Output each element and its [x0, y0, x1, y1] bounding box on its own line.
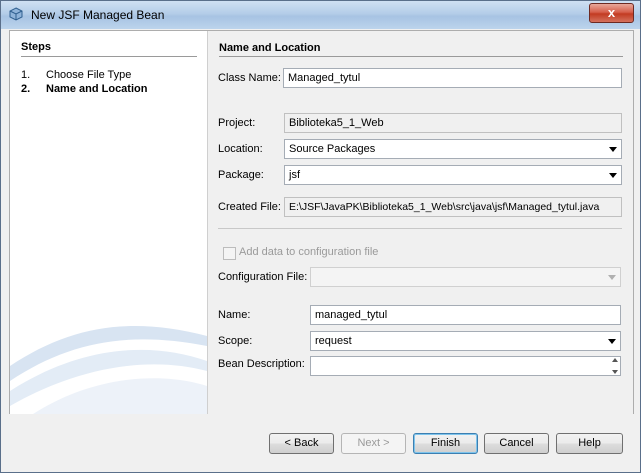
- close-button[interactable]: x: [589, 3, 634, 23]
- class-name-label: Class Name:: [218, 72, 281, 84]
- chevron-down-icon: [608, 275, 616, 280]
- location-select[interactable]: Source Packages: [284, 139, 622, 159]
- config-file-select[interactable]: [310, 267, 621, 287]
- step-number: 2.: [21, 83, 31, 95]
- netbeans-cube-icon: [9, 7, 23, 21]
- scroll-down-icon[interactable]: [612, 370, 618, 374]
- panel-divider: [219, 56, 623, 57]
- close-icon: x: [607, 5, 616, 20]
- step-label: Name and Location: [46, 83, 148, 95]
- project-label: Project:: [218, 117, 256, 129]
- scroll-up-icon[interactable]: [612, 358, 618, 362]
- chevron-down-icon: [609, 147, 617, 152]
- steps-pane: Steps 1. Choose File Type 2. Name and Loca…: [10, 31, 208, 414]
- created-file-field: E:\JSF\JavaPK\Biblioteka5_1_Web\src\java…: [284, 197, 622, 217]
- button-bar: < Back Next > Finish Cancel Help: [1, 414, 640, 472]
- finish-button[interactable]: Finish: [413, 433, 478, 454]
- scope-select[interactable]: request: [310, 331, 621, 351]
- help-button[interactable]: Help: [556, 433, 623, 454]
- panel-heading: Name and Location: [219, 42, 321, 54]
- chevron-down-icon: [608, 339, 616, 344]
- bean-description-label: Bean Description:: [218, 358, 305, 370]
- steps-divider: [21, 56, 197, 57]
- window-title: New JSF Managed Bean: [31, 8, 165, 22]
- add-config-checkbox[interactable]: [223, 247, 236, 260]
- steps-heading: Steps: [21, 41, 51, 53]
- scope-value: request: [315, 335, 352, 347]
- name-label: Name:: [218, 309, 251, 321]
- step-name-and-location: 2. Name and Location: [21, 83, 147, 95]
- decorative-swoosh: [10, 326, 207, 414]
- bean-description-textarea[interactable]: [310, 356, 621, 376]
- next-button[interactable]: Next >: [341, 433, 406, 454]
- package-value: jsf: [289, 169, 300, 181]
- step-number: 1.: [21, 69, 31, 81]
- name-location-panel: Name and Location Class Name: Managed_ty…: [208, 31, 633, 414]
- location-label: Location:: [218, 143, 263, 155]
- location-value: Source Packages: [289, 143, 376, 155]
- chevron-down-icon: [609, 173, 617, 178]
- cancel-button[interactable]: Cancel: [484, 433, 549, 454]
- title-bar[interactable]: New JSF Managed Bean x: [1, 1, 640, 29]
- scope-label: Scope:: [218, 335, 253, 347]
- project-field: Biblioteka5_1_Web: [284, 113, 622, 133]
- add-config-label: Add data to configuration file: [239, 246, 379, 258]
- dialog-window: New JSF Managed Bean x Steps 1. Choose Fi…: [0, 0, 641, 473]
- step-label: Choose File Type: [46, 69, 132, 81]
- section-separator: [218, 228, 622, 229]
- package-label: Package:: [218, 169, 264, 181]
- dialog-content: Steps 1. Choose File Type 2. Name and Loca…: [9, 30, 634, 415]
- package-select[interactable]: jsf: [284, 165, 622, 185]
- back-button[interactable]: < Back: [269, 433, 334, 454]
- step-choose-file-type: 1. Choose File Type: [21, 69, 131, 81]
- created-file-label: Created File:: [218, 201, 281, 213]
- class-name-input[interactable]: Managed_tytul: [283, 68, 622, 88]
- bean-name-input[interactable]: managed_tytul: [310, 305, 621, 325]
- config-file-label: Configuration File:: [218, 271, 308, 283]
